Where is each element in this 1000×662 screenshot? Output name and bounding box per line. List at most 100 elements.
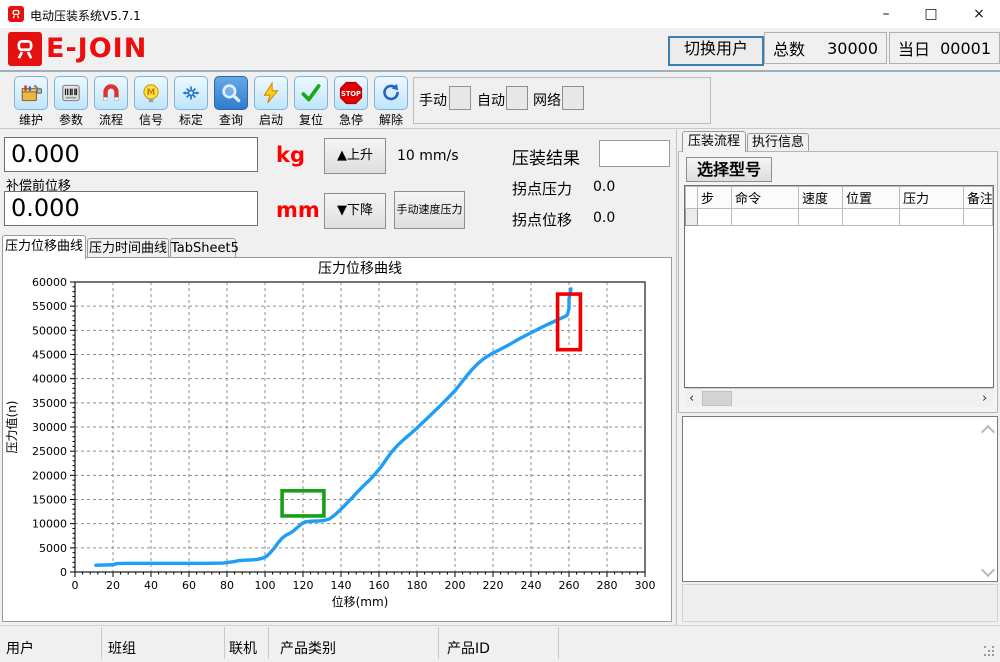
brand-logo-icon	[8, 32, 42, 66]
svg-text:35000: 35000	[32, 397, 67, 410]
tab-sheet5[interactable]: TabSheet5	[170, 238, 236, 258]
select-model-button[interactable]: 选择型号	[686, 157, 772, 182]
svg-text:240: 240	[521, 579, 542, 592]
status-team-label: 班组	[108, 638, 136, 658]
svg-text:40000: 40000	[32, 373, 67, 386]
minimize-button[interactable]: –	[873, 4, 899, 24]
steps-table[interactable]: 步 命令 速度 位置 压力 备注	[684, 185, 994, 388]
manual-speed-pressure-button[interactable]: 手动速度压力	[394, 191, 465, 229]
svg-text:140: 140	[331, 579, 352, 592]
tab-pressure-time[interactable]: 压力时间曲线	[87, 238, 169, 258]
svg-text:30000: 30000	[32, 421, 67, 434]
press-result-label: 压装结果	[512, 144, 580, 169]
toolbar-button-query[interactable]: 查询	[211, 76, 251, 126]
app-window: { "window": { "title": "电动压装系统V5.7.1", "…	[0, 0, 1000, 661]
check-icon	[294, 76, 328, 110]
toolbar-button-calibrate[interactable]: 标定	[171, 76, 211, 126]
tab-exec-info[interactable]: 执行信息	[747, 133, 809, 152]
svg-text:180: 180	[407, 579, 428, 592]
toolbar-button-process[interactable]: 流程	[91, 76, 131, 126]
toolbar-button-parameters[interactable]: 参数	[51, 76, 91, 126]
calibrate-icon	[174, 76, 208, 110]
svg-text:220: 220	[483, 579, 504, 592]
mode-label-auto: 自动	[477, 90, 505, 110]
toolbar-button-start[interactable]: 启动	[251, 76, 291, 126]
mode-indicator-manual[interactable]	[449, 86, 471, 110]
info-memo[interactable]	[682, 416, 998, 582]
scroll-up-icon[interactable]	[981, 425, 995, 439]
undo-icon	[374, 76, 408, 110]
svg-text:260: 260	[559, 579, 580, 592]
svg-text:压力位移曲线: 压力位移曲线	[318, 261, 402, 277]
svg-text:10000: 10000	[32, 518, 67, 531]
toolbar-button-estop[interactable]: STOP 急停	[331, 76, 371, 126]
stop-icon-text: STOP	[341, 90, 361, 98]
toolbar-label: 查询	[211, 111, 251, 128]
press-result-box	[599, 140, 670, 167]
magnet-icon	[94, 76, 128, 110]
col-remark: 备注	[964, 187, 993, 209]
toolbar-button-maintenance[interactable]: 维护	[11, 76, 51, 126]
toolbar-label: 信号	[131, 111, 171, 128]
status-bar	[0, 625, 1000, 662]
today-value: 00001	[940, 39, 991, 58]
mode-indicator-auto[interactable]	[506, 86, 528, 110]
status-divider	[224, 627, 225, 659]
today-count-panel: 当日 00001	[889, 32, 1000, 64]
scrollbar-thumb[interactable]	[702, 391, 732, 406]
status-divider	[101, 627, 102, 659]
col-position: 位置	[843, 187, 900, 209]
table-hscrollbar[interactable]: ‹ ›	[685, 388, 993, 407]
brand-name: E-JOIN	[46, 33, 147, 64]
speed-readout: 10 mm/s	[397, 148, 459, 164]
toolbar-label: 参数	[51, 111, 91, 128]
toolbar-button-reset[interactable]: 复位	[291, 76, 331, 126]
svg-text:55000: 55000	[32, 300, 67, 313]
total-value: 30000	[827, 39, 878, 58]
barcode-icon	[54, 76, 88, 110]
total-count-panel: 总数 30000	[764, 32, 887, 64]
resize-grip[interactable]	[984, 646, 986, 648]
row-indicator-header	[686, 187, 698, 209]
scroll-left-icon[interactable]: ‹	[689, 390, 694, 407]
svg-text:0: 0	[72, 579, 79, 592]
svg-text:5000: 5000	[39, 542, 67, 555]
toolbar-button-release[interactable]: 解除	[371, 76, 411, 126]
mode-indicator-network[interactable]	[562, 86, 584, 110]
svg-text:80: 80	[220, 579, 234, 592]
svg-text:60000: 60000	[32, 276, 67, 289]
svg-text:0: 0	[60, 566, 67, 579]
svg-text:40: 40	[144, 579, 158, 592]
tab-pressure-displacement[interactable]: 压力位移曲线	[2, 235, 86, 259]
maximize-button[interactable]: □	[918, 4, 944, 24]
chart-canvas: 0204060801001201401601802002202402602803…	[4, 259, 670, 620]
svg-text:M: M	[147, 88, 156, 98]
svg-text:20000: 20000	[32, 469, 67, 482]
toolbar-button-signal[interactable]: M 信号	[131, 76, 171, 126]
scroll-right-icon[interactable]: ›	[982, 390, 987, 407]
table-header-row: 步 命令 速度 位置 压力 备注	[686, 187, 993, 209]
displacement-readout[interactable]: 0.000	[4, 191, 258, 226]
status-divider	[268, 627, 269, 659]
scroll-down-icon[interactable]	[981, 563, 995, 577]
close-button[interactable]: ×	[966, 4, 992, 24]
toolbar-label: 启动	[251, 111, 291, 128]
force-unit: kg	[276, 143, 305, 167]
table-row[interactable]	[686, 209, 993, 226]
switch-user-button[interactable]: 切换用户	[668, 36, 764, 66]
jog-up-button[interactable]: ▲上升	[324, 138, 386, 174]
status-divider	[558, 627, 559, 659]
tab-press-flow[interactable]: 压装流程	[682, 131, 746, 152]
jog-down-button[interactable]: ▼下降	[324, 193, 386, 229]
svg-text:50000: 50000	[32, 324, 67, 337]
force-readout[interactable]: 0.000	[4, 137, 258, 172]
svg-text:60: 60	[182, 579, 196, 592]
today-label: 当日	[898, 36, 930, 60]
svg-text:20: 20	[106, 579, 120, 592]
displacement-unit: mm	[276, 198, 320, 222]
status-divider	[438, 627, 439, 659]
lightning-icon	[254, 76, 288, 110]
window-title: 电动压装系统V5.7.1	[30, 7, 141, 24]
stop-icon: STOP	[334, 76, 368, 110]
svg-text:120: 120	[293, 579, 314, 592]
